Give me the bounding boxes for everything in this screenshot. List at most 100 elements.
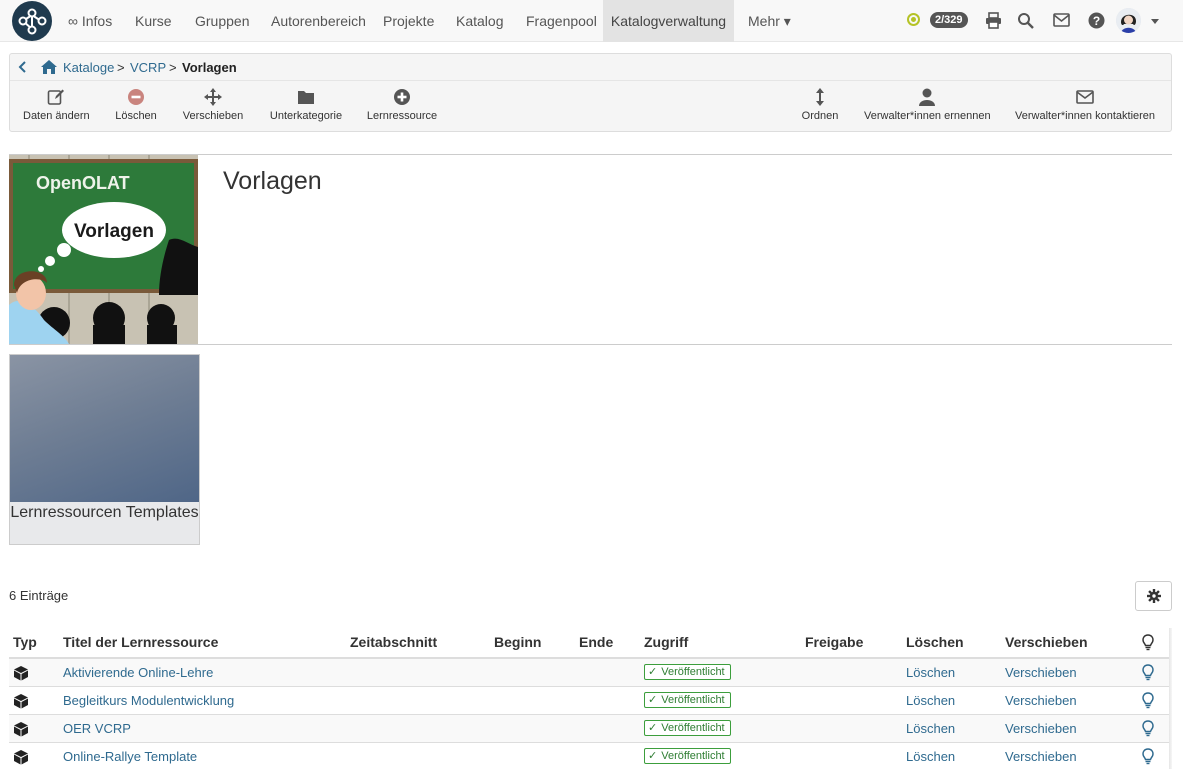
status-badge-label: Veröffentlicht (661, 694, 725, 706)
breadcrumb-vcrp[interactable]: VCRP (130, 60, 166, 75)
move-link[interactable]: Verschieben (1005, 665, 1077, 680)
nav-katalogverwaltung[interactable]: Katalogverwaltung (603, 0, 734, 42)
nav-mehr[interactable]: Mehr ▾ (748, 0, 791, 42)
envelope-icon (1076, 90, 1094, 104)
status-badge-label: Veröffentlicht (661, 750, 725, 762)
nav-katalog[interactable]: Katalog (456, 0, 503, 42)
move-link[interactable]: Verschieben (1005, 693, 1077, 708)
delete-link[interactable]: Löschen (906, 665, 955, 680)
tile-label: Lernressourcen Templates (10, 502, 199, 544)
move-link[interactable]: Verschieben (1005, 721, 1077, 736)
status-badge: ✓ Veröffentlicht (644, 664, 731, 680)
course-cube-icon (14, 666, 28, 681)
status-badge: ✓ Veröffentlicht (644, 720, 731, 736)
lightbulb-icon[interactable] (1142, 692, 1154, 709)
breadcrumb-current: Vorlagen (182, 60, 237, 75)
user-icon (919, 88, 935, 106)
table-settings-button[interactable] (1135, 581, 1172, 611)
breadcrumb: Kataloge > VCRP > Vorlagen (10, 54, 1171, 81)
lightbulb-icon[interactable] (1142, 748, 1154, 765)
add-resource-label: Lernressource (366, 110, 438, 122)
svg-text:?: ? (1093, 14, 1100, 28)
course-cube-icon (14, 722, 28, 737)
caret-down-icon[interactable] (1151, 19, 1159, 24)
resource-title-link[interactable]: Begleitkurs Modulentwicklung (63, 693, 234, 708)
notification-badge[interactable]: 2/329 (930, 12, 968, 28)
appoint-managers-label: Verwalter*innen ernennen (864, 110, 991, 122)
column-header-loeschen: Löschen (906, 634, 964, 650)
home-icon[interactable] (41, 60, 57, 74)
move-label: Verschieben (182, 110, 244, 122)
column-header-verschieben: Verschieben (1005, 634, 1088, 650)
nav-gruppen[interactable]: Gruppen (195, 0, 249, 42)
status-badge-label: Veröffentlicht (661, 666, 725, 678)
delete-link[interactable]: Löschen (906, 721, 955, 736)
nav-projekte[interactable]: Projekte (383, 0, 434, 42)
edit-icon (47, 89, 64, 105)
add-resource-button[interactable]: Lernressource (365, 88, 439, 122)
status-badge: ✓ Veröffentlicht (644, 692, 731, 708)
column-header-ende[interactable]: Ende (579, 634, 613, 650)
course-cube-icon (14, 694, 28, 709)
breadcrumb-separator: > (169, 60, 177, 75)
subcategory-label: Unterkategorie (269, 110, 343, 122)
resource-title-link[interactable]: Aktivierende Online-Lehre (63, 665, 213, 680)
order-button[interactable]: Ordnen (799, 88, 841, 122)
user-avatar[interactable] (1116, 8, 1141, 33)
column-header-freigabe[interactable]: Freigabe (805, 634, 863, 650)
chevron-left-icon[interactable] (18, 61, 26, 73)
table-row: Aktivierende Online-Lehre ✓ Veröffentlich… (9, 659, 1172, 687)
subcategory-button[interactable]: Unterkategorie (268, 88, 344, 122)
resource-title-link[interactable]: Online-Rallye Template (63, 749, 197, 764)
column-header-zugriff[interactable]: Zugriff (644, 634, 688, 650)
toolbar-panel: Kataloge > VCRP > Vorlagen Daten ändern … (9, 53, 1172, 132)
table-row: Begleitkurs Modulentwicklung ✓ Veröffentl… (9, 687, 1172, 715)
move-link[interactable]: Verschieben (1005, 749, 1077, 764)
column-header-zeitabschnitt[interactable]: Zeitabschnitt (350, 634, 437, 650)
page-title: Vorlagen (223, 167, 322, 195)
status-badge-label: Veröffentlicht (661, 722, 725, 734)
print-icon[interactable] (985, 12, 1002, 29)
plus-circle-icon (394, 89, 410, 105)
table-row: Online-Rallye Template ✓ Veröffentlicht L… (9, 743, 1172, 769)
catalog-image: OpenOLAT Vorlagen (9, 155, 198, 344)
nav-infos[interactable]: ∞ Infos (68, 0, 112, 42)
appoint-managers-button[interactable]: Verwalter*innen ernennen (864, 88, 991, 122)
breadcrumb-kataloge[interactable]: Kataloge (63, 60, 114, 75)
edit-button[interactable]: Daten ändern (23, 88, 90, 122)
divider (9, 344, 1172, 345)
entries-count: 6 Einträge (9, 588, 69, 603)
move-arrows-icon (204, 88, 222, 106)
column-header-beginn[interactable]: Beginn (494, 634, 541, 650)
image-brand-text: OpenOLAT (36, 173, 130, 193)
help-icon[interactable]: ? (1088, 12, 1105, 29)
mail-icon[interactable] (1053, 13, 1070, 27)
column-header-title[interactable]: Titel der Lernressource (63, 634, 218, 650)
table-scroll-shadow (1169, 628, 1172, 769)
status-icon[interactable] (907, 13, 920, 26)
delete-link[interactable]: Löschen (906, 693, 955, 708)
check-icon: ✓ (648, 722, 658, 734)
lightbulb-icon[interactable] (1142, 664, 1154, 681)
contact-managers-label: Verwalter*innen kontaktieren (1015, 110, 1156, 122)
tile-image (10, 355, 199, 502)
nav-fragenpool[interactable]: Fragenpool (526, 0, 597, 42)
order-label: Ordnen (801, 110, 839, 122)
search-icon[interactable] (1017, 12, 1034, 29)
nav-autorenbereich[interactable]: Autorenbereich (271, 0, 366, 42)
delete-link[interactable]: Löschen (906, 749, 955, 764)
top-navbar: ∞ Infos Kurse Gruppen Autorenbereich Pro… (0, 0, 1183, 42)
resource-title-link[interactable]: OER VCRP (63, 721, 131, 736)
check-icon: ✓ (648, 694, 658, 706)
move-button[interactable]: Verschieben (182, 88, 244, 122)
table-row: OER VCRP ✓ Veröffentlicht Löschen Verschi… (9, 715, 1172, 743)
breadcrumb-separator: > (117, 60, 125, 75)
contact-managers-button[interactable]: Verwalter*innen kontaktieren (1015, 88, 1155, 122)
lightbulb-icon[interactable] (1142, 720, 1154, 737)
delete-button[interactable]: Löschen (110, 88, 162, 122)
nav-kurse[interactable]: Kurse (135, 0, 172, 42)
check-icon: ✓ (648, 750, 658, 762)
openolat-logo[interactable] (12, 1, 52, 41)
subcategory-tile[interactable]: Lernressourcen Templates (9, 354, 200, 545)
column-header-typ[interactable]: Typ (13, 634, 37, 650)
